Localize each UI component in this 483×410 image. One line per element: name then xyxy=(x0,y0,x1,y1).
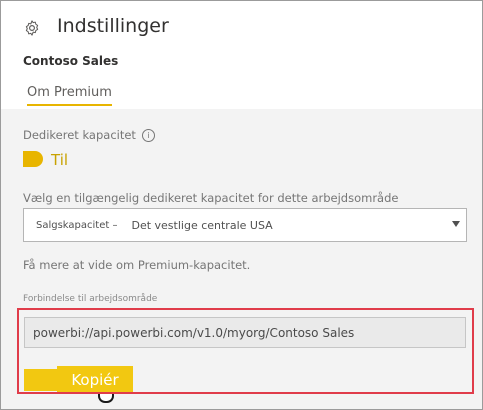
dedicated-capacity-label-row: Dedikeret kapacitet i xyxy=(23,128,155,142)
capacity-region: Det vestlige centrale USA xyxy=(131,218,273,232)
capacity-select-label: Vælg en tilgængelig dedikeret kapacitet … xyxy=(23,191,399,205)
learn-more-link[interactable]: Få mere at vide om Premium-kapacitet. xyxy=(23,258,250,272)
pointer-cursor-icon xyxy=(98,393,114,403)
workspace-connection-label: Forbindelse til arbejdsområde xyxy=(23,294,158,304)
workspace-name: Contoso Sales xyxy=(23,54,119,68)
settings-panel: Indstillinger Contoso Sales Om Premium D… xyxy=(0,0,483,410)
dedicated-capacity-toggle[interactable] xyxy=(23,151,43,167)
page-title: Indstillinger xyxy=(57,15,169,37)
capacity-name: Salgskapacitet – xyxy=(36,219,118,231)
toggle-state-label: Til xyxy=(51,151,69,169)
chevron-down-icon[interactable] xyxy=(452,221,460,227)
dedicated-capacity-label: Dedikeret kapacitet xyxy=(23,128,136,142)
highlight-box xyxy=(17,308,474,394)
info-icon[interactable]: i xyxy=(141,128,155,142)
settings-header: Indstillinger Contoso Sales Om Premium xyxy=(1,1,482,109)
gear-icon xyxy=(25,20,39,36)
capacity-select[interactable]: Salgskapacitet – Det vestlige centrale U… xyxy=(23,208,467,242)
tab-about-premium[interactable]: Om Premium xyxy=(27,85,112,106)
